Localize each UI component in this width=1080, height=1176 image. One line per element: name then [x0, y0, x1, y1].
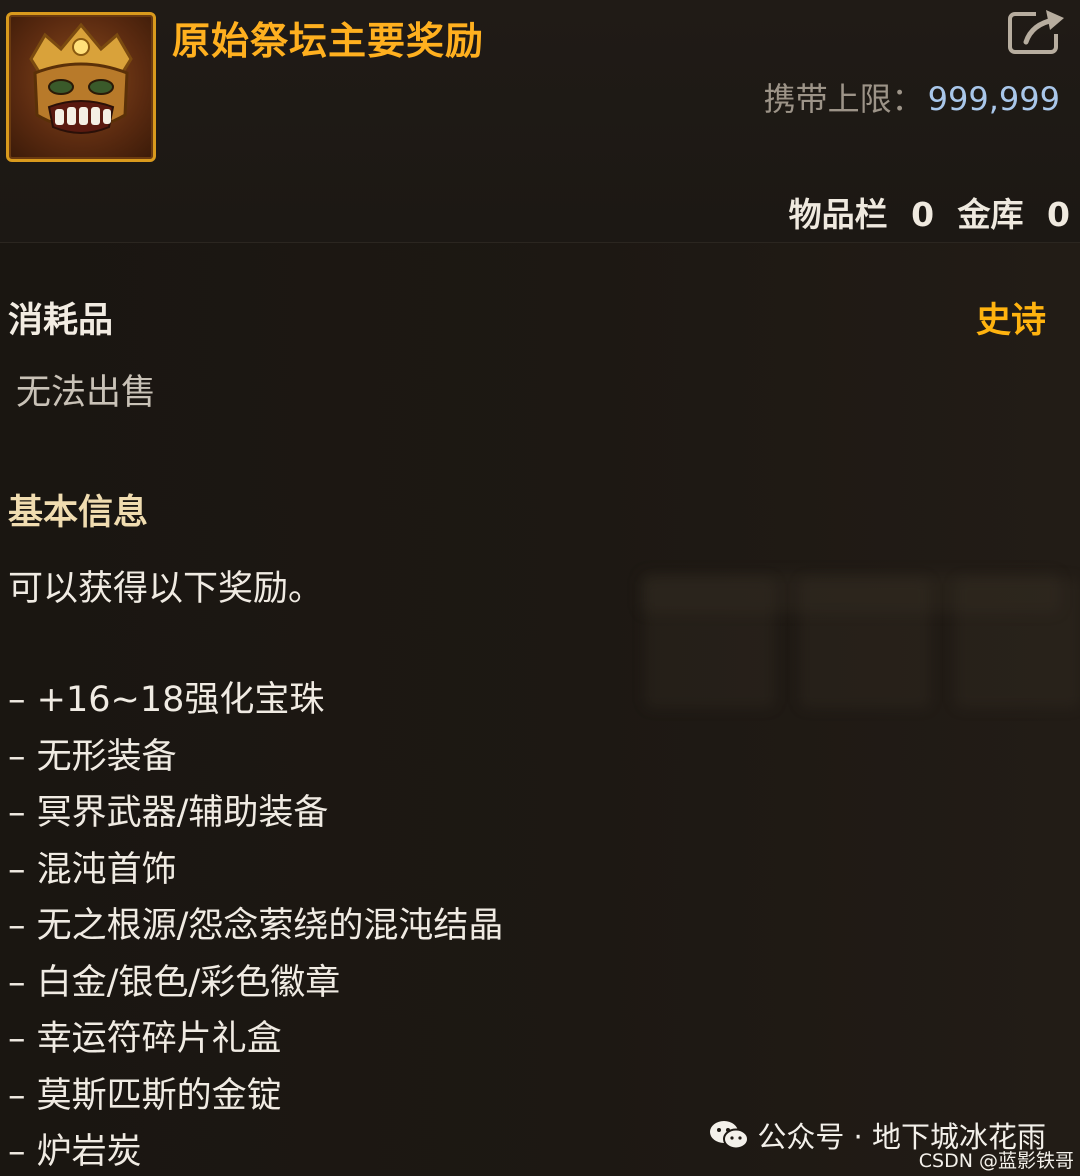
reward-list: – +16~18强化宝珠 – 无形装备 – 冥界武器/辅助装备 – 混沌首饰 –…	[8, 672, 503, 1176]
list-item: – 幸运符碎片礼盒	[8, 1019, 282, 1059]
list-item: – 白金/银色/彩色徽章	[8, 962, 341, 1003]
list-item: – 冥界武器/辅助装备	[8, 793, 329, 833]
item-category: 消耗品	[8, 301, 114, 341]
item-rarity: 史诗	[975, 301, 1046, 341]
list-item: – 无形装备	[8, 736, 177, 777]
golden-mask-icon	[6, 12, 156, 162]
inventory-label: 物品栏	[788, 195, 888, 234]
section-title-basic-info: 基本信息	[8, 493, 149, 533]
storage-counts: 物品栏 0 金库 0	[789, 188, 1070, 236]
inventory-count: 0	[911, 195, 935, 234]
sell-status: 无法出售	[16, 373, 157, 413]
csdn-credit: CSDN @蓝影铁哥	[918, 1150, 1074, 1172]
carry-limit: 携带上限： 999,999	[764, 74, 1060, 120]
wechat-icon	[710, 1121, 750, 1150]
background-blur	[645, 578, 775, 708]
item-header: 原始祭坛主要奖励 携带上限： 999,999 物品栏 0 金库 0	[0, 0, 1080, 243]
carry-limit-value: 999,999	[927, 80, 1060, 118]
list-item: – 莫斯匹斯的金锭	[8, 1075, 282, 1116]
item-description: 可以获得以下奖励。	[8, 569, 324, 609]
list-item: – 炉岩炭	[8, 1132, 142, 1172]
item-title: 原始祭坛主要奖励	[172, 19, 485, 63]
list-item: – +16~18强化宝珠	[8, 680, 325, 720]
background-blur	[800, 578, 930, 708]
list-item: – 无之根源/怨念萦绕的混沌结晶	[8, 906, 504, 946]
carry-limit-label: 携带上限：	[763, 80, 924, 118]
background-blur	[955, 578, 1080, 708]
share-export-icon[interactable]	[1006, 6, 1068, 56]
vault-count: 0	[1047, 195, 1070, 234]
vault-label: 金库	[957, 195, 1024, 234]
list-item: – 混沌首饰	[8, 849, 177, 890]
